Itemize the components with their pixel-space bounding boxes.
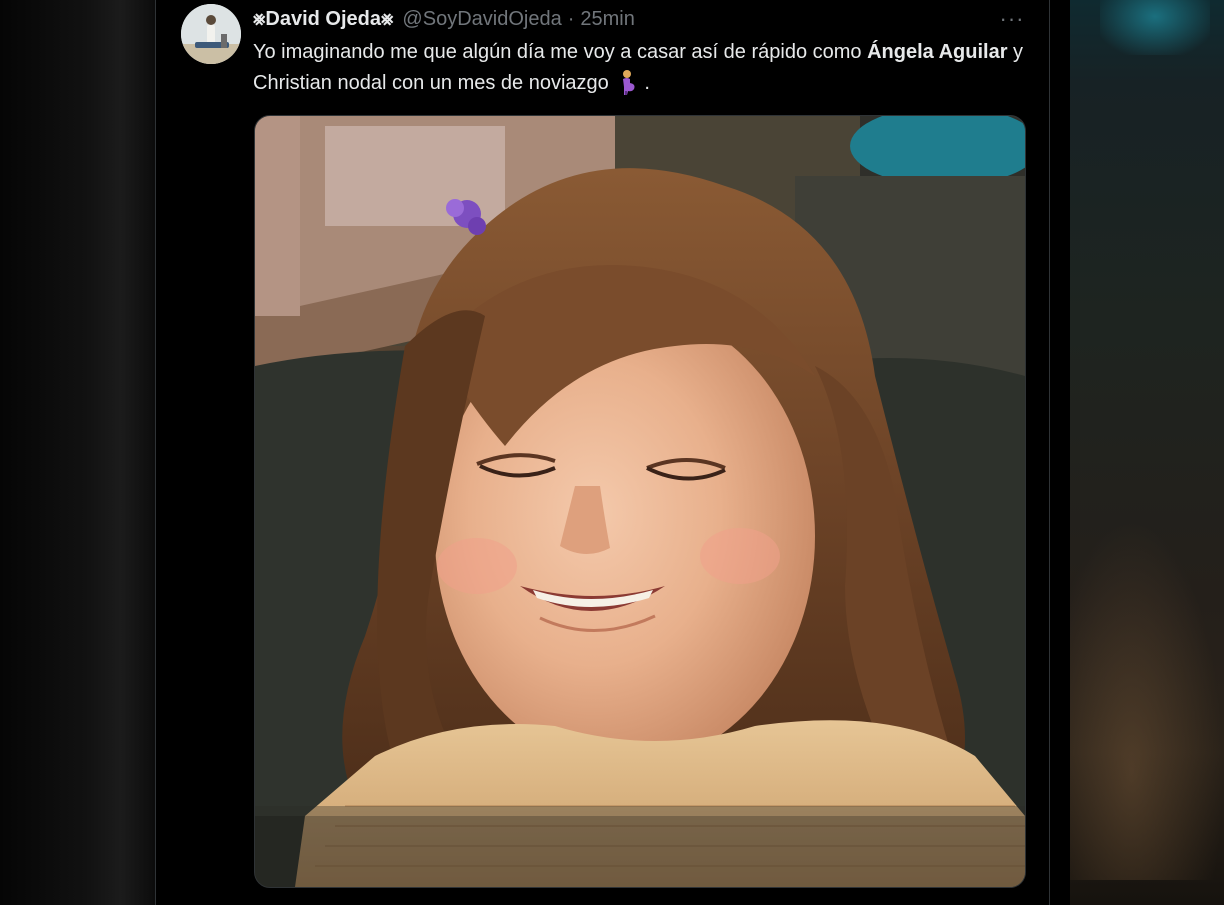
avatar[interactable] — [181, 4, 241, 64]
blurred-background-right — [1070, 0, 1224, 918]
separator-dot: · — [567, 7, 575, 30]
bottom-white-strip — [0, 905, 1224, 918]
timestamp[interactable]: 25min — [580, 8, 634, 31]
tweet-media-photo[interactable] — [254, 115, 1026, 888]
user-handle[interactable]: @SoyDavidOjeda — [402, 8, 561, 31]
more-horizontal-icon: ··· — [999, 6, 1025, 31]
name-badge-icon: ⨳ — [253, 7, 266, 30]
blurred-background-left — [0, 0, 155, 918]
tweet-text-part1: Yo imaginando me que algún día me voy a … — [253, 41, 868, 63]
tweet-card[interactable]: ⨳David Ojeda⨳ @SoyDavidOjeda · 25min ···… — [155, 0, 1050, 905]
tweet-text: Yo imaginando me que algún día me voy a … — [253, 37, 1033, 99]
tweet-header: ⨳David Ojeda⨳ @SoyDavidOjeda · 25min — [253, 6, 635, 32]
display-name[interactable]: ⨳David Ojeda⨳ — [253, 8, 393, 31]
tweet-text-bold: Ángela Aguilar — [867, 41, 1008, 63]
name-badge-icon: ⨳ — [381, 7, 394, 30]
more-options-button[interactable]: ··· — [996, 6, 1028, 31]
pregnant-woman-emoji-icon — [617, 69, 639, 95]
girl-photo — [255, 116, 1025, 887]
tweet-text-end: . — [638, 72, 650, 94]
